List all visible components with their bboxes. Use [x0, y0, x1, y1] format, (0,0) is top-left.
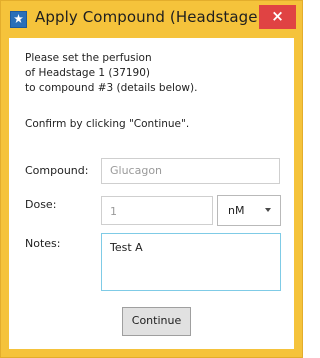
window-title: Apply Compound (Headstage 1) [35, 8, 279, 26]
compound-value: Glucagon [110, 164, 163, 177]
compound-label: Compound: [25, 164, 89, 177]
dialog-window: Apply Compound (Headstage 1) × Please se… [0, 0, 303, 358]
message-line-1: Please set the perfusion [25, 52, 152, 64]
dose-unit-select[interactable]: nM [217, 195, 281, 226]
compound-field[interactable]: Glucagon [101, 158, 280, 184]
close-button[interactable]: × [259, 5, 296, 29]
dose-value: 1 [110, 205, 117, 218]
message-line-3: to compound #3 (details below). [25, 82, 198, 94]
app-logo-icon [10, 11, 27, 28]
message-line-4: Confirm by clicking "Continue". [25, 118, 190, 130]
message-line-2: of Headstage 1 (37190) [25, 67, 151, 79]
continue-button-label: Continue [131, 314, 182, 327]
dose-field[interactable]: 1 [101, 196, 213, 225]
notes-value: Test A [110, 241, 143, 254]
notes-textarea[interactable]: Test A [101, 233, 281, 291]
continue-button[interactable]: Continue [122, 307, 191, 336]
chevron-down-icon [265, 208, 271, 212]
dialog-content: Please set the perfusion of Headstage 1 … [9, 38, 294, 349]
dose-unit-value: nM [228, 204, 245, 217]
title-bar[interactable]: Apply Compound (Headstage 1) × [1, 1, 302, 38]
notes-label: Notes: [25, 237, 61, 250]
close-icon: × [271, 7, 284, 25]
dose-label: Dose: [25, 198, 57, 211]
